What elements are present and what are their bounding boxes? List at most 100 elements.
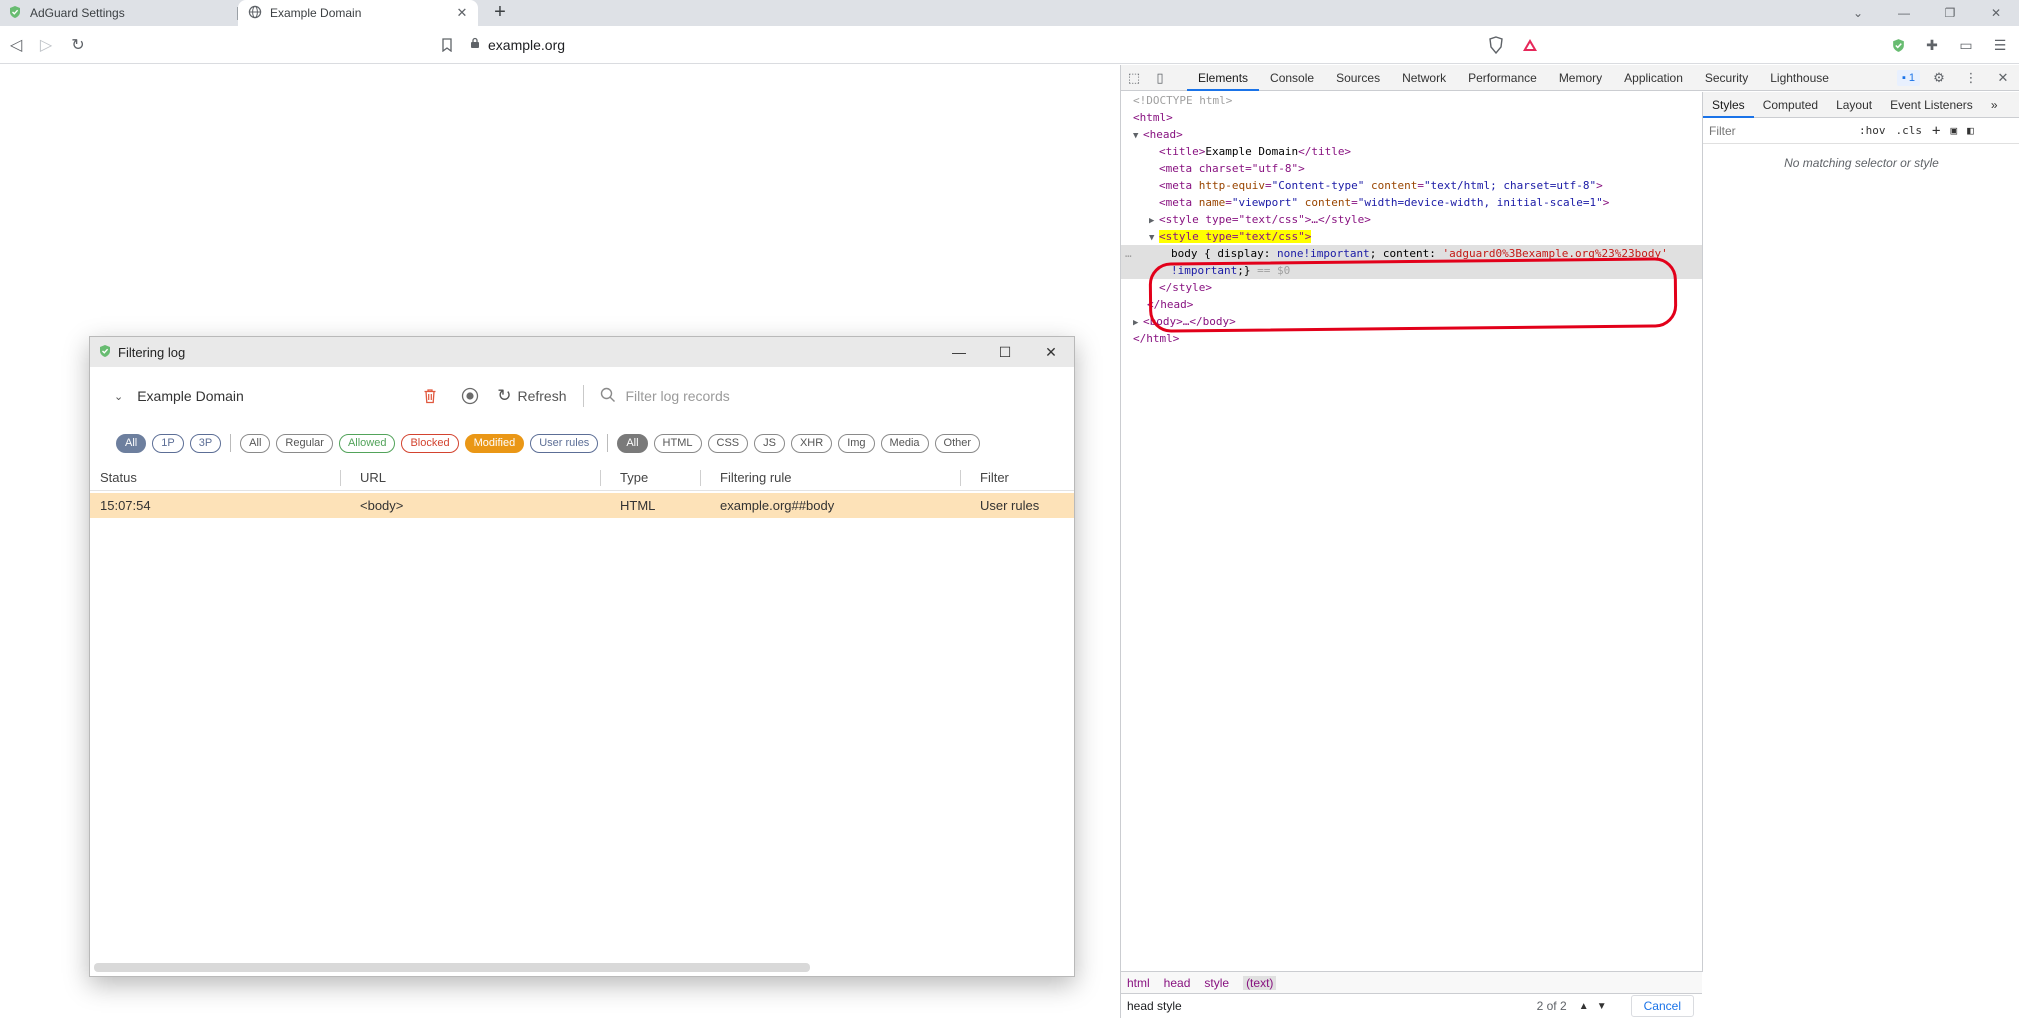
styles-filter-input[interactable] [1709, 123, 1849, 138]
tab-security[interactable]: Security [1694, 65, 1759, 91]
more-tabs-icon[interactable]: » [1982, 92, 2007, 118]
close-window-icon[interactable]: ✕ [1973, 0, 2019, 26]
bookmark-icon[interactable] [435, 34, 459, 56]
wallet-icon[interactable]: ▭ [1955, 34, 1977, 56]
chip-status-all[interactable]: All [240, 433, 271, 453]
chip-party-all[interactable]: All [116, 433, 147, 453]
tab-network[interactable]: Network [1391, 65, 1457, 91]
cls-toggle[interactable]: .cls [1896, 124, 1923, 137]
new-tab-button[interactable]: + [488, 1, 512, 25]
gear-icon[interactable]: ⚙ [1926, 65, 1952, 91]
minimize-icon[interactable]: — [936, 337, 982, 367]
column-url[interactable]: URL [360, 465, 386, 491]
chip-allowed[interactable]: Allowed [338, 433, 396, 453]
horizontal-scrollbar[interactable] [94, 963, 810, 972]
dom-search-input[interactable]: head style [1127, 999, 1537, 1013]
refresh-button[interactable]: ↻ Refresh [497, 386, 566, 406]
breadcrumb-text[interactable]: (text) [1243, 975, 1277, 990]
tab-layout[interactable]: Layout [1827, 92, 1881, 118]
chip-modified[interactable]: Modified [464, 433, 525, 453]
hov-toggle[interactable]: :hov [1859, 124, 1886, 137]
tab-console[interactable]: Console [1259, 65, 1325, 91]
back-icon[interactable]: ◁ [4, 34, 28, 56]
brave-shield-icon[interactable] [1484, 34, 1508, 56]
dom-html-close[interactable]: </html> [1121, 330, 1702, 347]
minimize-icon[interactable]: — [1881, 0, 1927, 26]
log-search-field[interactable]: Filter log records [600, 387, 730, 406]
chip-user-rules[interactable]: User rules [530, 433, 599, 453]
tab-lighthouse[interactable]: Lighthouse [1759, 65, 1840, 91]
tab-application[interactable]: Application [1613, 65, 1694, 91]
chip-xhr[interactable]: XHR [790, 433, 833, 453]
device-toolbar-icon[interactable]: ▯ [1147, 65, 1173, 91]
column-divider[interactable] [600, 470, 601, 486]
breadcrumb-head[interactable]: head [1164, 976, 1191, 990]
chip-blocked[interactable]: Blocked [401, 433, 459, 453]
chip-js[interactable]: JS [754, 433, 785, 453]
close-tab-icon[interactable]: ✕ [452, 5, 472, 21]
extensions-puzzle-icon[interactable]: ✚ [1921, 34, 1943, 56]
address-bar[interactable]: example.org [470, 31, 1480, 59]
ellipsis-icon[interactable]: … [1125, 245, 1132, 262]
inspect-element-icon[interactable]: ⬚ [1121, 65, 1147, 91]
chip-other[interactable]: Other [934, 433, 981, 453]
tab-selector[interactable]: Example Domain [137, 388, 417, 404]
chip-css[interactable]: CSS [707, 433, 749, 453]
tab-elements[interactable]: Elements [1187, 65, 1260, 91]
breadcrumb-style[interactable]: style [1204, 976, 1229, 990]
close-devtools-icon[interactable]: ✕ [1990, 65, 2016, 91]
tab-event-listeners[interactable]: Event Listeners [1881, 92, 1982, 118]
table-row[interactable]: 15:07:54 <body> HTML example.org##body U… [90, 493, 1074, 518]
column-divider[interactable] [700, 470, 701, 486]
adguard-extension-icon[interactable] [1887, 34, 1909, 56]
search-next-icon[interactable]: ▼ [1593, 1001, 1611, 1012]
column-status[interactable]: Status [100, 465, 137, 491]
chip-html[interactable]: HTML [653, 433, 702, 453]
column-divider[interactable] [960, 470, 961, 486]
search-prev-icon[interactable]: ▲ [1575, 1001, 1593, 1012]
breadcrumb-html[interactable]: html [1127, 976, 1150, 990]
new-rule-icon[interactable]: + [1932, 123, 1940, 139]
column-filtering-rule[interactable]: Filtering rule [720, 465, 792, 491]
tab-styles[interactable]: Styles [1703, 92, 1754, 118]
chevron-down-icon[interactable]: ⌄ [114, 390, 123, 403]
paint-brush-icon[interactable]: ▣ [1950, 124, 1957, 137]
chip-media[interactable]: Media [880, 433, 929, 453]
dom-title[interactable]: <title>Example Domain</title> [1121, 143, 1702, 160]
chip-1p[interactable]: 1P [152, 433, 184, 453]
dom-meta-charset[interactable]: <meta charset="utf-8"> [1121, 160, 1702, 177]
record-icon[interactable] [457, 383, 483, 409]
search-cancel-button[interactable]: Cancel [1630, 995, 1694, 1017]
column-divider[interactable] [340, 470, 341, 486]
tab-example-domain[interactable]: Example Domain ✕ [238, 0, 478, 26]
column-type[interactable]: Type [620, 465, 648, 491]
forward-icon[interactable]: ▷ [34, 34, 58, 56]
dom-meta-viewport[interactable]: <meta name="viewport" content="width=dev… [1121, 194, 1702, 211]
dom-style-open[interactable]: ▼ <style type="text/css"> [1121, 228, 1702, 245]
toggle-sidebar-icon[interactable]: ◧ [1967, 124, 1974, 137]
more-options-icon[interactable]: ⋮ [1958, 65, 1984, 91]
maximize-icon[interactable]: ☐ [982, 337, 1028, 367]
column-filter[interactable]: Filter [980, 465, 1009, 491]
chip-img[interactable]: Img [838, 433, 875, 453]
reload-icon[interactable]: ↻ [66, 34, 90, 56]
trash-icon[interactable] [417, 383, 443, 409]
issues-badge[interactable]: ▪ 1 [1896, 70, 1920, 86]
dom-doctype[interactable]: <!DOCTYPE html> [1121, 92, 1702, 109]
tab-performance[interactable]: Performance [1457, 65, 1548, 91]
tab-memory[interactable]: Memory [1548, 65, 1613, 91]
restore-icon[interactable]: ❐ [1927, 0, 1973, 26]
tab-computed[interactable]: Computed [1754, 92, 1827, 118]
dom-html-open[interactable]: <html> [1121, 109, 1702, 126]
dom-meta-http-equiv[interactable]: <meta http-equiv="Content-type" content=… [1121, 177, 1702, 194]
tab-adguard-settings[interactable]: AdGuard Settings [0, 0, 238, 26]
chip-type-all[interactable]: All [617, 433, 648, 453]
brave-rewards-icon[interactable] [1518, 34, 1542, 56]
close-window-icon[interactable]: ✕ [1028, 337, 1074, 367]
tab-search-icon[interactable]: ⌄ [1835, 0, 1881, 26]
menu-icon[interactable]: ☰ [1989, 34, 2011, 56]
dom-head-open[interactable]: ▼ <head> [1121, 126, 1702, 143]
dom-style-collapsed[interactable]: ▶ <style type="text/css">…</style> [1121, 211, 1702, 228]
chip-3p[interactable]: 3P [189, 433, 222, 453]
tab-sources[interactable]: Sources [1325, 65, 1391, 91]
